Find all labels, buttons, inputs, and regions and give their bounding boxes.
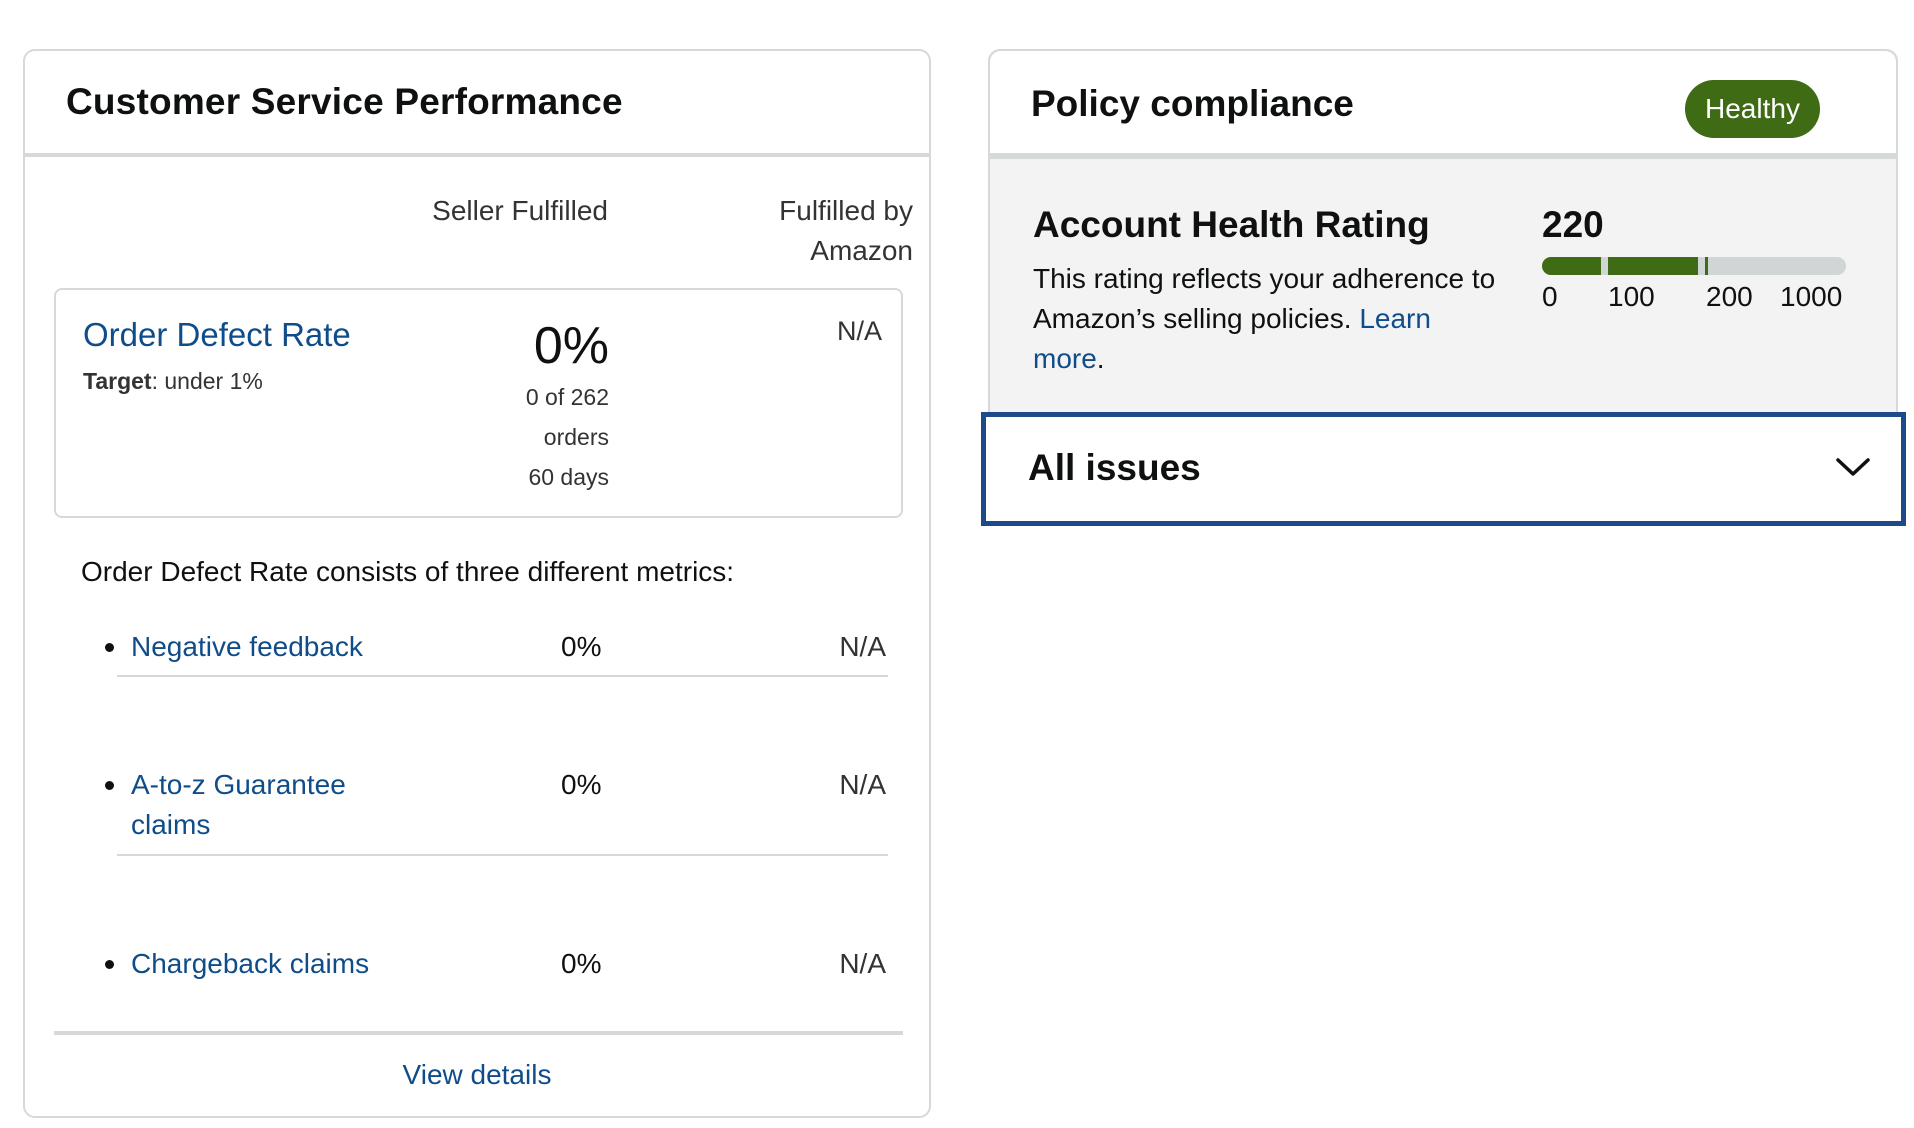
bullet-icon bbox=[105, 643, 114, 652]
odr-seller-count: 0 of 262 bbox=[525, 384, 609, 410]
odr-seller-period: 60 days bbox=[528, 464, 609, 490]
metric-fba-value: N/A bbox=[839, 631, 886, 662]
card-header: Policy compliance Healthy bbox=[990, 51, 1896, 159]
negative-feedback-link[interactable]: Negative feedback bbox=[131, 627, 391, 667]
order-defect-rate-link[interactable]: Order Defect Rate bbox=[83, 316, 351, 354]
account-health-rating-title: Account Health Rating bbox=[1033, 204, 1430, 245]
bullet-icon bbox=[105, 781, 114, 790]
metric-seller-value: 0% bbox=[561, 631, 602, 662]
bullet-icon bbox=[105, 960, 114, 969]
metric-seller-value: 0% bbox=[561, 948, 602, 979]
account-health-rating-description: This rating reflects your adherence to A… bbox=[1033, 259, 1503, 379]
health-rating-bar bbox=[1542, 257, 1846, 275]
order-defect-rate-box: Order Defect Rate Target: under 1% 0% 0 … bbox=[54, 288, 903, 518]
scale-tick: 0 bbox=[1542, 281, 1558, 312]
rating-bar-segment-100-200 bbox=[1608, 257, 1698, 275]
scale-tick: 200 bbox=[1706, 281, 1753, 312]
card-title: Policy compliance bbox=[1031, 83, 1354, 124]
column-header-fba-line1: Fulfilled by bbox=[779, 195, 913, 226]
ahr-description-period: . bbox=[1096, 343, 1105, 374]
rating-bar-segment-0-100 bbox=[1542, 257, 1601, 275]
status-badge: Healthy bbox=[1685, 80, 1820, 138]
customer-service-performance-card: Customer Service Performance Seller Fulf… bbox=[23, 49, 931, 1118]
odr-target-value: : under 1% bbox=[151, 368, 263, 394]
metrics-intro: Order Defect Rate consists of three diff… bbox=[81, 556, 735, 587]
odr-fba-value: N/A bbox=[836, 316, 882, 346]
view-details-link[interactable]: View details bbox=[25, 1059, 929, 1091]
metric-fba-value: N/A bbox=[839, 948, 886, 979]
scale-tick: 1000 bbox=[1780, 281, 1843, 312]
all-issues-dropdown[interactable]: All issues bbox=[981, 412, 1906, 526]
card-header: Customer Service Performance bbox=[25, 51, 929, 157]
column-header-fba-line2: Amazon bbox=[810, 235, 913, 266]
divider bbox=[117, 675, 888, 677]
rating-bar-marker bbox=[1705, 257, 1708, 275]
column-header-fulfilled-by-amazon: Fulfilled by Amazon bbox=[665, 191, 913, 271]
card-title: Customer Service Performance bbox=[66, 81, 623, 122]
footer-divider bbox=[54, 1031, 903, 1035]
chargeback-claims-link[interactable]: Chargeback claims bbox=[131, 944, 391, 984]
all-issues-label: All issues bbox=[1028, 447, 1201, 488]
scale-tick: 100 bbox=[1608, 281, 1655, 312]
column-header-seller-fulfilled: Seller Fulfilled bbox=[432, 195, 608, 226]
odr-target-prefix: Target bbox=[83, 368, 152, 394]
metric-fba-value: N/A bbox=[839, 769, 886, 800]
account-health-score: 220 bbox=[1542, 204, 1604, 245]
a-to-z-guarantee-claims-link[interactable]: A-to-z Guarantee claims bbox=[131, 765, 391, 845]
divider bbox=[117, 854, 888, 856]
metric-seller-value: 0% bbox=[561, 769, 602, 800]
odr-seller-count-unit: orders bbox=[543, 424, 609, 450]
odr-target: Target: under 1% bbox=[83, 368, 263, 395]
odr-seller-value: 0% bbox=[533, 317, 609, 375]
chevron-down-icon bbox=[1836, 458, 1870, 476]
